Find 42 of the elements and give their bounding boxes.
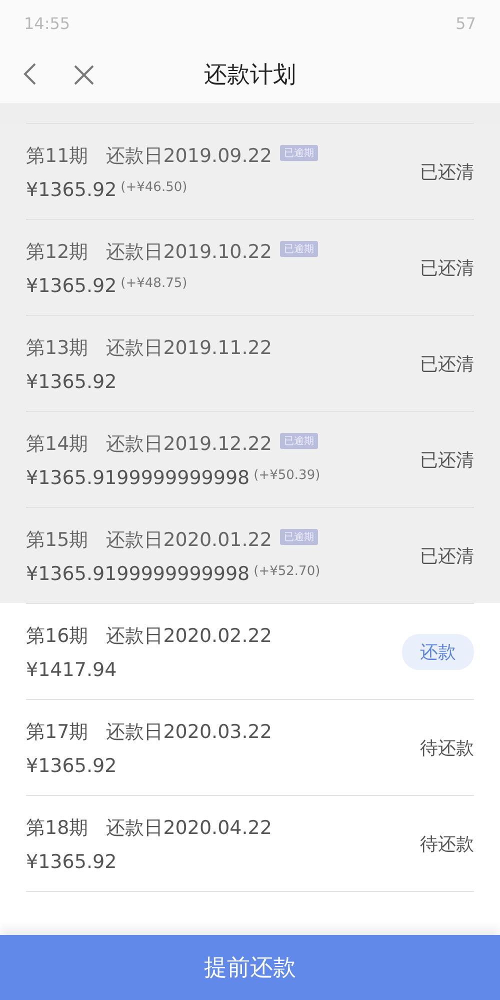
period-label: 第14期: [26, 432, 88, 456]
period-label: 第13期: [26, 336, 88, 360]
paid-status: 已还清: [420, 544, 474, 568]
due-date: 还款日2019.10.22: [106, 240, 272, 264]
period-label: 第17期: [26, 720, 88, 744]
due-date: 还款日2020.01.22: [106, 528, 272, 552]
paid-status: 已还清: [420, 352, 474, 376]
due-date: 还款日2020.04.22: [106, 816, 272, 840]
amount: ¥1365.92: [26, 274, 117, 296]
period-label: 第15期: [26, 528, 88, 552]
penalty-amount: (+¥52.70): [254, 564, 320, 578]
due-date: 还款日2019.09.22: [106, 144, 272, 168]
period-label: 第16期: [26, 624, 88, 648]
due-date: 还款日2020.03.22: [106, 720, 272, 744]
amount: ¥1365.92: [26, 754, 117, 776]
due-date: 还款日2020.02.22: [106, 624, 272, 648]
amount: ¥1365.9199999999998: [26, 562, 250, 584]
period-label: 第18期: [26, 816, 88, 840]
paid-status: 已还清: [420, 448, 474, 472]
due-date: 还款日2019.12.22: [106, 432, 272, 456]
pending-status: 待还款: [420, 736, 474, 760]
amount: ¥1365.92: [26, 850, 117, 872]
page-title: 还款计划: [204, 61, 296, 90]
pending-status: 待还款: [420, 832, 474, 856]
back-icon[interactable]: [22, 62, 38, 86]
paid-status: 已还清: [420, 256, 474, 280]
penalty-amount: (+¥46.50): [120, 180, 188, 194]
paid-status: 已还清: [420, 160, 474, 184]
period-label: 第12期: [26, 240, 88, 264]
amount: ¥1365.9199999999998: [26, 466, 250, 488]
close-icon[interactable]: [73, 64, 95, 86]
amount: ¥1417.94: [26, 658, 117, 680]
period-label: 第11期: [26, 144, 88, 168]
amount: ¥1365.92: [26, 370, 117, 392]
battery-level: 57: [456, 14, 476, 32]
prepay-button[interactable]: 提前还款: [0, 935, 500, 1000]
repay-button[interactable]: 还款: [402, 634, 474, 670]
status-time: 14:55: [24, 14, 70, 32]
penalty-amount: (+¥50.39): [254, 468, 320, 482]
penalty-amount: (+¥48.75): [120, 276, 188, 290]
amount: ¥1365.92: [26, 178, 117, 200]
due-date: 还款日2019.11.22: [106, 336, 272, 360]
